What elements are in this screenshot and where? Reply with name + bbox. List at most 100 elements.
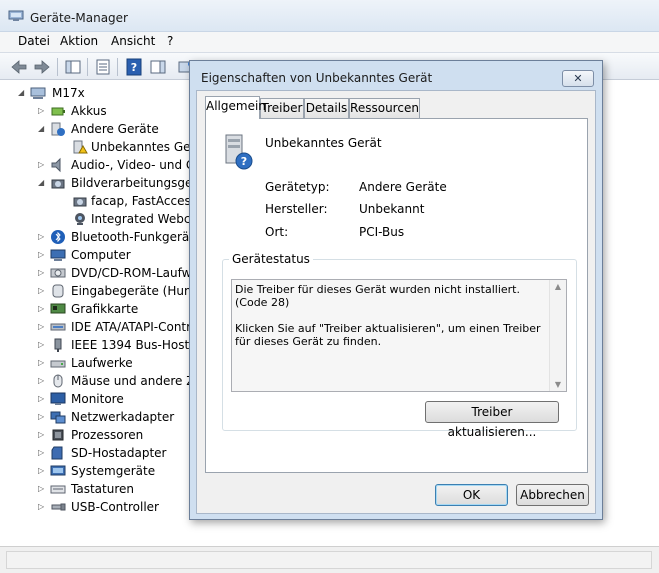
expand-arrow-icon[interactable]: ▷ xyxy=(38,102,48,120)
tree-item-label: Prozessoren xyxy=(71,428,144,442)
expand-arrow-icon[interactable]: ▷ xyxy=(38,300,48,318)
device-type-value: Andere Geräte xyxy=(359,180,447,194)
tree-item-label: IDE ATA/ATAPI-Contro xyxy=(71,320,199,334)
device-status-group: Gerätestatus Die Treiber für dieses Gerä… xyxy=(222,252,577,439)
ok-button[interactable]: OK xyxy=(435,484,508,506)
collapse-arrow-icon[interactable]: ◢ xyxy=(38,174,48,192)
ide-controller-icon xyxy=(50,323,66,331)
device-status-title: Gerätestatus xyxy=(229,252,313,266)
menu-aktion[interactable]: Aktion xyxy=(58,34,100,48)
expand-arrow-icon[interactable]: ▷ xyxy=(38,354,48,372)
svg-text:?: ? xyxy=(241,155,247,168)
mouse-icon xyxy=(53,374,63,388)
expand-arrow-icon[interactable]: ▷ xyxy=(38,156,48,174)
expand-arrow-icon[interactable]: ▷ xyxy=(38,246,48,264)
expand-arrow-icon[interactable]: ▷ xyxy=(38,336,48,354)
tab-treiber[interactable]: Treiber xyxy=(260,98,304,118)
expand-arrow-icon[interactable]: ▷ xyxy=(38,480,48,498)
device-status-textbox[interactable]: Die Treiber für dieses Gerät wurden nich… xyxy=(231,279,567,392)
tree-root[interactable]: ◢ M17x xyxy=(18,84,138,102)
tree-item-label: Mäuse und andere Zei xyxy=(71,374,206,388)
location-label: Ort: xyxy=(265,225,289,239)
scroll-up-icon[interactable]: ▲ xyxy=(550,282,566,291)
menu-help[interactable]: ? xyxy=(165,34,175,48)
expand-arrow-icon[interactable]: ▷ xyxy=(38,372,48,390)
camera-icon xyxy=(73,197,87,207)
menu-bar: Datei Aktion Ansicht ? xyxy=(0,32,659,52)
toolbar-separator xyxy=(87,58,88,76)
disk-drive-icon xyxy=(50,360,66,368)
main-title-bar: Geräte-Manager xyxy=(0,0,659,32)
svg-text:?: ? xyxy=(131,61,137,74)
help-icon[interactable]: ? xyxy=(124,57,144,77)
device-status-text: Die Treiber für dieses Gerät wurden nich… xyxy=(235,283,550,361)
device-type-label: Gerätetyp: xyxy=(265,180,330,194)
dialog-title: Eigenschaften von Unbekanntes Gerät xyxy=(201,71,433,85)
scroll-down-icon[interactable]: ▼ xyxy=(550,380,566,389)
window-title: Geräte-Manager xyxy=(30,11,128,25)
manufacturer-label: Hersteller: xyxy=(265,202,328,216)
status-pane xyxy=(6,551,652,569)
expand-arrow-icon[interactable]: ▷ xyxy=(38,318,48,336)
status-line: Die Treiber für dieses Gerät wurden nich… xyxy=(235,283,520,309)
expand-arrow-icon[interactable]: ▷ xyxy=(38,228,48,246)
device-name: Unbekanntes Gerät xyxy=(265,136,382,150)
keyboard-icon xyxy=(50,485,66,494)
expand-arrow-icon[interactable]: ▷ xyxy=(38,282,48,300)
monitor-icon xyxy=(50,392,66,405)
tab-allgemein[interactable]: Allgemein xyxy=(205,96,266,119)
tree-item-label: SD-Hostadapter xyxy=(71,446,167,460)
collapse-arrow-icon[interactable]: ◢ xyxy=(38,120,48,138)
tree-item-label: Audio-, Video- und Ga xyxy=(71,158,203,172)
expand-arrow-icon[interactable]: ▷ xyxy=(38,390,48,408)
sd-card-icon xyxy=(51,446,63,460)
display-adapter-icon xyxy=(50,303,66,314)
properties-icon[interactable] xyxy=(93,57,113,77)
collapse-arrow-icon[interactable]: ◢ xyxy=(18,84,28,102)
location-value: PCI-Bus xyxy=(359,225,405,239)
webcam-icon xyxy=(75,213,85,225)
expand-arrow-icon[interactable]: ▷ xyxy=(38,408,48,426)
forward-arrow-icon[interactable] xyxy=(32,57,52,77)
input-device-icon xyxy=(52,284,64,298)
speaker-icon xyxy=(51,157,61,173)
back-arrow-icon[interactable] xyxy=(9,57,29,77)
expand-arrow-icon[interactable]: ▷ xyxy=(38,462,48,480)
tree-item-label: Tastaturen xyxy=(71,482,134,496)
status-line: Klicken Sie auf "Treiber aktualisieren",… xyxy=(235,322,541,348)
tab-ressourcen[interactable]: Ressourcen xyxy=(349,98,420,118)
tree-item-label: Systemgeräte xyxy=(71,464,156,478)
action-pane-icon[interactable] xyxy=(148,57,168,77)
tree-item-label: Computer xyxy=(71,248,131,262)
usb-icon xyxy=(51,503,66,511)
update-driver-button[interactable]: Treiber aktualisieren... xyxy=(425,401,559,439)
expand-arrow-icon[interactable]: ▷ xyxy=(38,264,48,282)
menu-datei[interactable]: Datei xyxy=(16,34,52,48)
close-button[interactable]: ✕ xyxy=(562,70,594,87)
console-tree-icon[interactable] xyxy=(63,57,83,77)
status-bar xyxy=(0,546,659,573)
tree-item-label: Netzwerkadapter xyxy=(71,410,175,424)
status-scrollbar[interactable]: ▲ ▼ xyxy=(549,280,566,391)
firewire-icon xyxy=(54,338,62,352)
camera-icon xyxy=(51,179,65,189)
tree-item-label: Grafikkarte xyxy=(71,302,139,316)
expand-arrow-icon[interactable]: ▷ xyxy=(38,444,48,462)
tab-details[interactable]: Details xyxy=(304,98,349,118)
menu-ansicht[interactable]: Ansicht xyxy=(109,34,157,48)
manufacturer-value: Unbekannt xyxy=(359,202,425,216)
toolbar-separator xyxy=(117,58,118,76)
tree-item-label: DVD/CD-ROM-Laufwe xyxy=(71,266,199,280)
tree-root-label: M17x xyxy=(52,86,85,100)
dialog-body: Allgemein Treiber Details Ressourcen ? U… xyxy=(196,90,596,514)
bluetooth-icon xyxy=(51,230,65,244)
battery-icon xyxy=(51,107,65,116)
tree-item-label: Bluetooth-Funkgerät xyxy=(71,230,194,244)
unknown-device-icon: ? xyxy=(225,134,253,170)
tree-item-label: Andere Geräte xyxy=(71,122,159,136)
expand-arrow-icon[interactable]: ▷ xyxy=(38,498,48,516)
expand-arrow-icon[interactable]: ▷ xyxy=(38,426,48,444)
cancel-button[interactable]: Abbrechen xyxy=(516,484,589,506)
tree-item-label: Akkus xyxy=(71,104,107,118)
tab-panel-allgemein: ? Unbekanntes Gerät Gerätetyp: Andere Ge… xyxy=(205,118,588,473)
